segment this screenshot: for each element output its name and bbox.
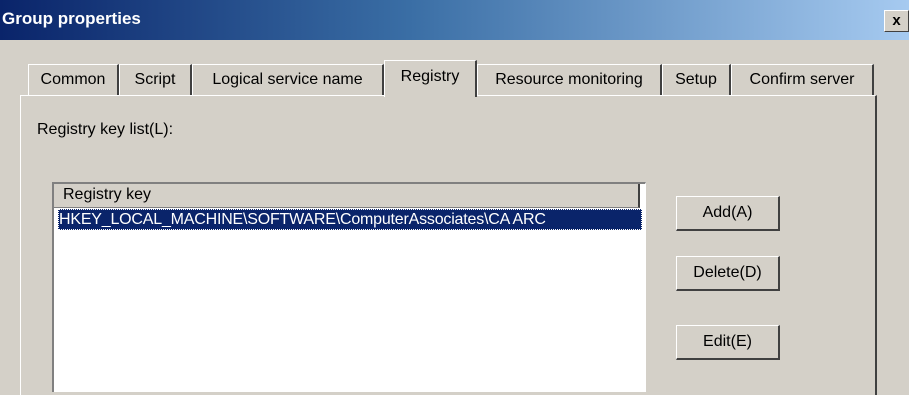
- close-button[interactable]: x: [884, 10, 909, 32]
- delete-button[interactable]: Delete(D): [676, 256, 780, 291]
- registry-key-list-label: Registry key list(L):: [37, 121, 174, 138]
- tab-logical-service-name[interactable]: Logical service name: [192, 64, 384, 95]
- edit-button[interactable]: Edit(E): [676, 325, 780, 360]
- tab-confirm-server[interactable]: Confirm server: [731, 64, 874, 95]
- tab-registry[interactable]: Registry: [384, 60, 477, 97]
- window-title: Group properties: [2, 9, 141, 28]
- tab-script[interactable]: Script: [119, 64, 192, 95]
- add-button[interactable]: Add(A): [676, 196, 780, 231]
- registry-key-list[interactable]: Registry key HKEY_LOCAL_MACHINE\SOFTWARE…: [52, 182, 646, 392]
- tab-strip: Common Script Logical service name Regis…: [0, 60, 909, 97]
- tab-common[interactable]: Common: [28, 64, 119, 95]
- column-header-registry-key[interactable]: Registry key: [54, 184, 640, 208]
- close-icon: x: [892, 12, 901, 29]
- title-bar: Group properties: [0, 0, 909, 40]
- tab-setup[interactable]: Setup: [662, 64, 731, 95]
- tab-resource-monitoring[interactable]: Resource monitoring: [477, 64, 662, 95]
- list-item[interactable]: HKEY_LOCAL_MACHINE\SOFTWARE\ComputerAsso…: [58, 209, 642, 230]
